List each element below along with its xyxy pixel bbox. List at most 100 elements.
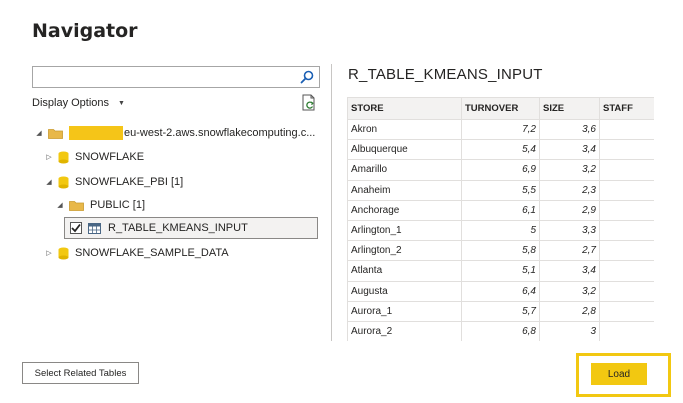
- preview-table-container[interactable]: STORE TURNOVER SIZE STAFF Akron 7,2 3,6 …: [347, 97, 654, 341]
- database-icon: [58, 151, 69, 163]
- dialog-title: Navigator: [32, 20, 138, 42]
- display-options-label: Display Options: [32, 97, 110, 109]
- table-cell: 2,7: [539, 240, 600, 262]
- table-cell: 4: [599, 199, 654, 221]
- expand-arrow-icon[interactable]: ▷: [44, 249, 54, 257]
- database-icon: [58, 247, 69, 259]
- table-cell: 5,4: [461, 139, 540, 161]
- table-row: Atlanta 5,1 3,4 1: [347, 260, 654, 282]
- tree-item-label: SNOWFLAKE_PBI [1]: [75, 176, 184, 188]
- table-cell: 6,1: [461, 199, 540, 221]
- table-cell: 5: [599, 320, 654, 341]
- table-cell: 3: [539, 320, 600, 341]
- table-cell: Augusta: [347, 280, 462, 302]
- table-cell: 5: [599, 240, 654, 262]
- table-row: Anchorage 6,1 2,9 4: [347, 199, 654, 221]
- table-row: Aurora_1 5,7 2,8 4: [347, 300, 654, 322]
- select-related-tables-button[interactable]: Select Related Tables: [22, 362, 139, 384]
- preview-table: STORE TURNOVER SIZE STAFF Akron 7,2 3,6 …: [347, 97, 654, 341]
- table-cell: 3,3: [539, 219, 600, 242]
- table-cell: 6,8: [461, 320, 540, 341]
- table-checkbox[interactable]: [70, 222, 82, 234]
- column-header[interactable]: SIZE: [539, 97, 600, 120]
- table-cell: 5,5: [461, 179, 540, 201]
- table-cell: 3,6: [539, 118, 600, 141]
- table-row: Augusta 6,4 3,2 5: [347, 280, 654, 302]
- table-cell: 2,8: [539, 300, 600, 322]
- tree-item-r-table-kmeans-input[interactable]: R_TABLE_KMEANS_INPUT: [70, 218, 248, 238]
- load-button[interactable]: Load: [591, 363, 647, 385]
- column-header[interactable]: TURNOVER: [461, 97, 540, 120]
- redacted-account-name: [69, 126, 123, 140]
- table-cell: Anchorage: [347, 199, 462, 221]
- search-text-field[interactable]: [37, 68, 297, 86]
- table-cell: 2,9: [539, 199, 600, 221]
- database-icon: [58, 176, 69, 188]
- tree-item-snowflake-sample-data[interactable]: ▷ SNOWFLAKE_SAMPLE_DATA: [44, 243, 229, 263]
- tree-item-label: SNOWFLAKE: [75, 151, 145, 163]
- table-cell: 5,1: [461, 260, 540, 282]
- tree-root-label: eu-west-2.aws.snowflakecomputing.c...: [124, 127, 316, 139]
- table-cell: Albuquerque: [347, 139, 462, 161]
- table-cell: Anaheim: [347, 179, 462, 201]
- tree-item-label: R_TABLE_KMEANS_INPUT: [108, 222, 248, 234]
- table-cell: 3,2: [539, 159, 600, 181]
- folder-icon: [48, 128, 63, 139]
- table-cell: 3,4: [539, 139, 600, 161]
- display-options-dropdown[interactable]: Display Options ▼: [32, 97, 125, 109]
- table-cell: 5,7: [461, 300, 540, 322]
- table-cell: 1: [599, 219, 654, 242]
- tree-root-connection[interactable]: ◢ eu-west-2.aws.snowflakecomputing.c...: [34, 123, 315, 143]
- table-cell: Arlington_2: [347, 240, 462, 262]
- table-row: Amarillo 6,9 3,2 5: [347, 159, 654, 181]
- column-header[interactable]: STAFF: [599, 97, 654, 120]
- table-cell: Atlanta: [347, 260, 462, 282]
- table-cell: Aurora_2: [347, 320, 462, 341]
- table-cell: Arlington_1: [347, 219, 462, 242]
- table-cell: [599, 179, 654, 201]
- table-row: Aurora_2 6,8 3 5: [347, 320, 654, 341]
- table-cell: 1: [599, 139, 654, 161]
- chevron-down-icon: ▼: [118, 99, 125, 107]
- table-row: Anaheim 5,5 2,3: [347, 179, 654, 201]
- preview-title: R_TABLE_KMEANS_INPUT: [348, 66, 543, 83]
- table-cell: 4: [599, 300, 654, 322]
- table-cell: 1: [599, 260, 654, 282]
- table-row: Arlington_1 5 3,3 1: [347, 219, 654, 242]
- table-cell: Akron: [347, 118, 462, 141]
- collapse-arrow-icon[interactable]: ◢: [55, 201, 65, 209]
- table-row: Akron 7,2 3,6 6: [347, 118, 654, 141]
- collapse-arrow-icon[interactable]: ◢: [44, 178, 54, 186]
- search-input[interactable]: [32, 66, 320, 88]
- tree-item-label: PUBLIC [1]: [90, 199, 146, 211]
- table-row: Arlington_2 5,8 2,7 5: [347, 240, 654, 262]
- table-cell: 3,4: [539, 260, 600, 282]
- tree-item-public[interactable]: ◢ PUBLIC [1]: [55, 195, 145, 215]
- table-cell: 6: [599, 118, 654, 141]
- expand-arrow-icon[interactable]: ▷: [44, 153, 54, 161]
- table-cell: 2,3: [539, 179, 600, 201]
- table-cell: 7,2: [461, 118, 540, 141]
- table-icon: [88, 222, 101, 234]
- table-row: Albuquerque 5,4 3,4 1: [347, 139, 654, 161]
- table-cell: 6,9: [461, 159, 540, 181]
- tree-item-label: SNOWFLAKE_SAMPLE_DATA: [75, 247, 229, 259]
- table-header-row: STORE TURNOVER SIZE STAFF: [347, 97, 654, 120]
- table-cell: 5,8: [461, 240, 540, 262]
- pane-divider[interactable]: [331, 64, 332, 341]
- tree-item-snowflake[interactable]: ▷ SNOWFLAKE: [44, 147, 144, 167]
- table-cell: 5: [599, 159, 654, 181]
- column-header[interactable]: STORE: [347, 97, 462, 120]
- search-icon[interactable]: [300, 70, 314, 84]
- table-cell: 6,4: [461, 280, 540, 302]
- table-cell: Aurora_1: [347, 300, 462, 322]
- table-cell: Amarillo: [347, 159, 462, 181]
- refresh-icon[interactable]: [301, 94, 317, 111]
- tree-item-snowflake-pbi[interactable]: ◢ SNOWFLAKE_PBI [1]: [44, 172, 183, 192]
- table-cell: 3,2: [539, 280, 600, 302]
- table-cell: 5: [461, 219, 540, 242]
- collapse-arrow-icon[interactable]: ◢: [34, 129, 44, 137]
- folder-icon: [69, 200, 84, 211]
- table-cell: 5: [599, 280, 654, 302]
- checkmark-icon: [71, 223, 81, 233]
